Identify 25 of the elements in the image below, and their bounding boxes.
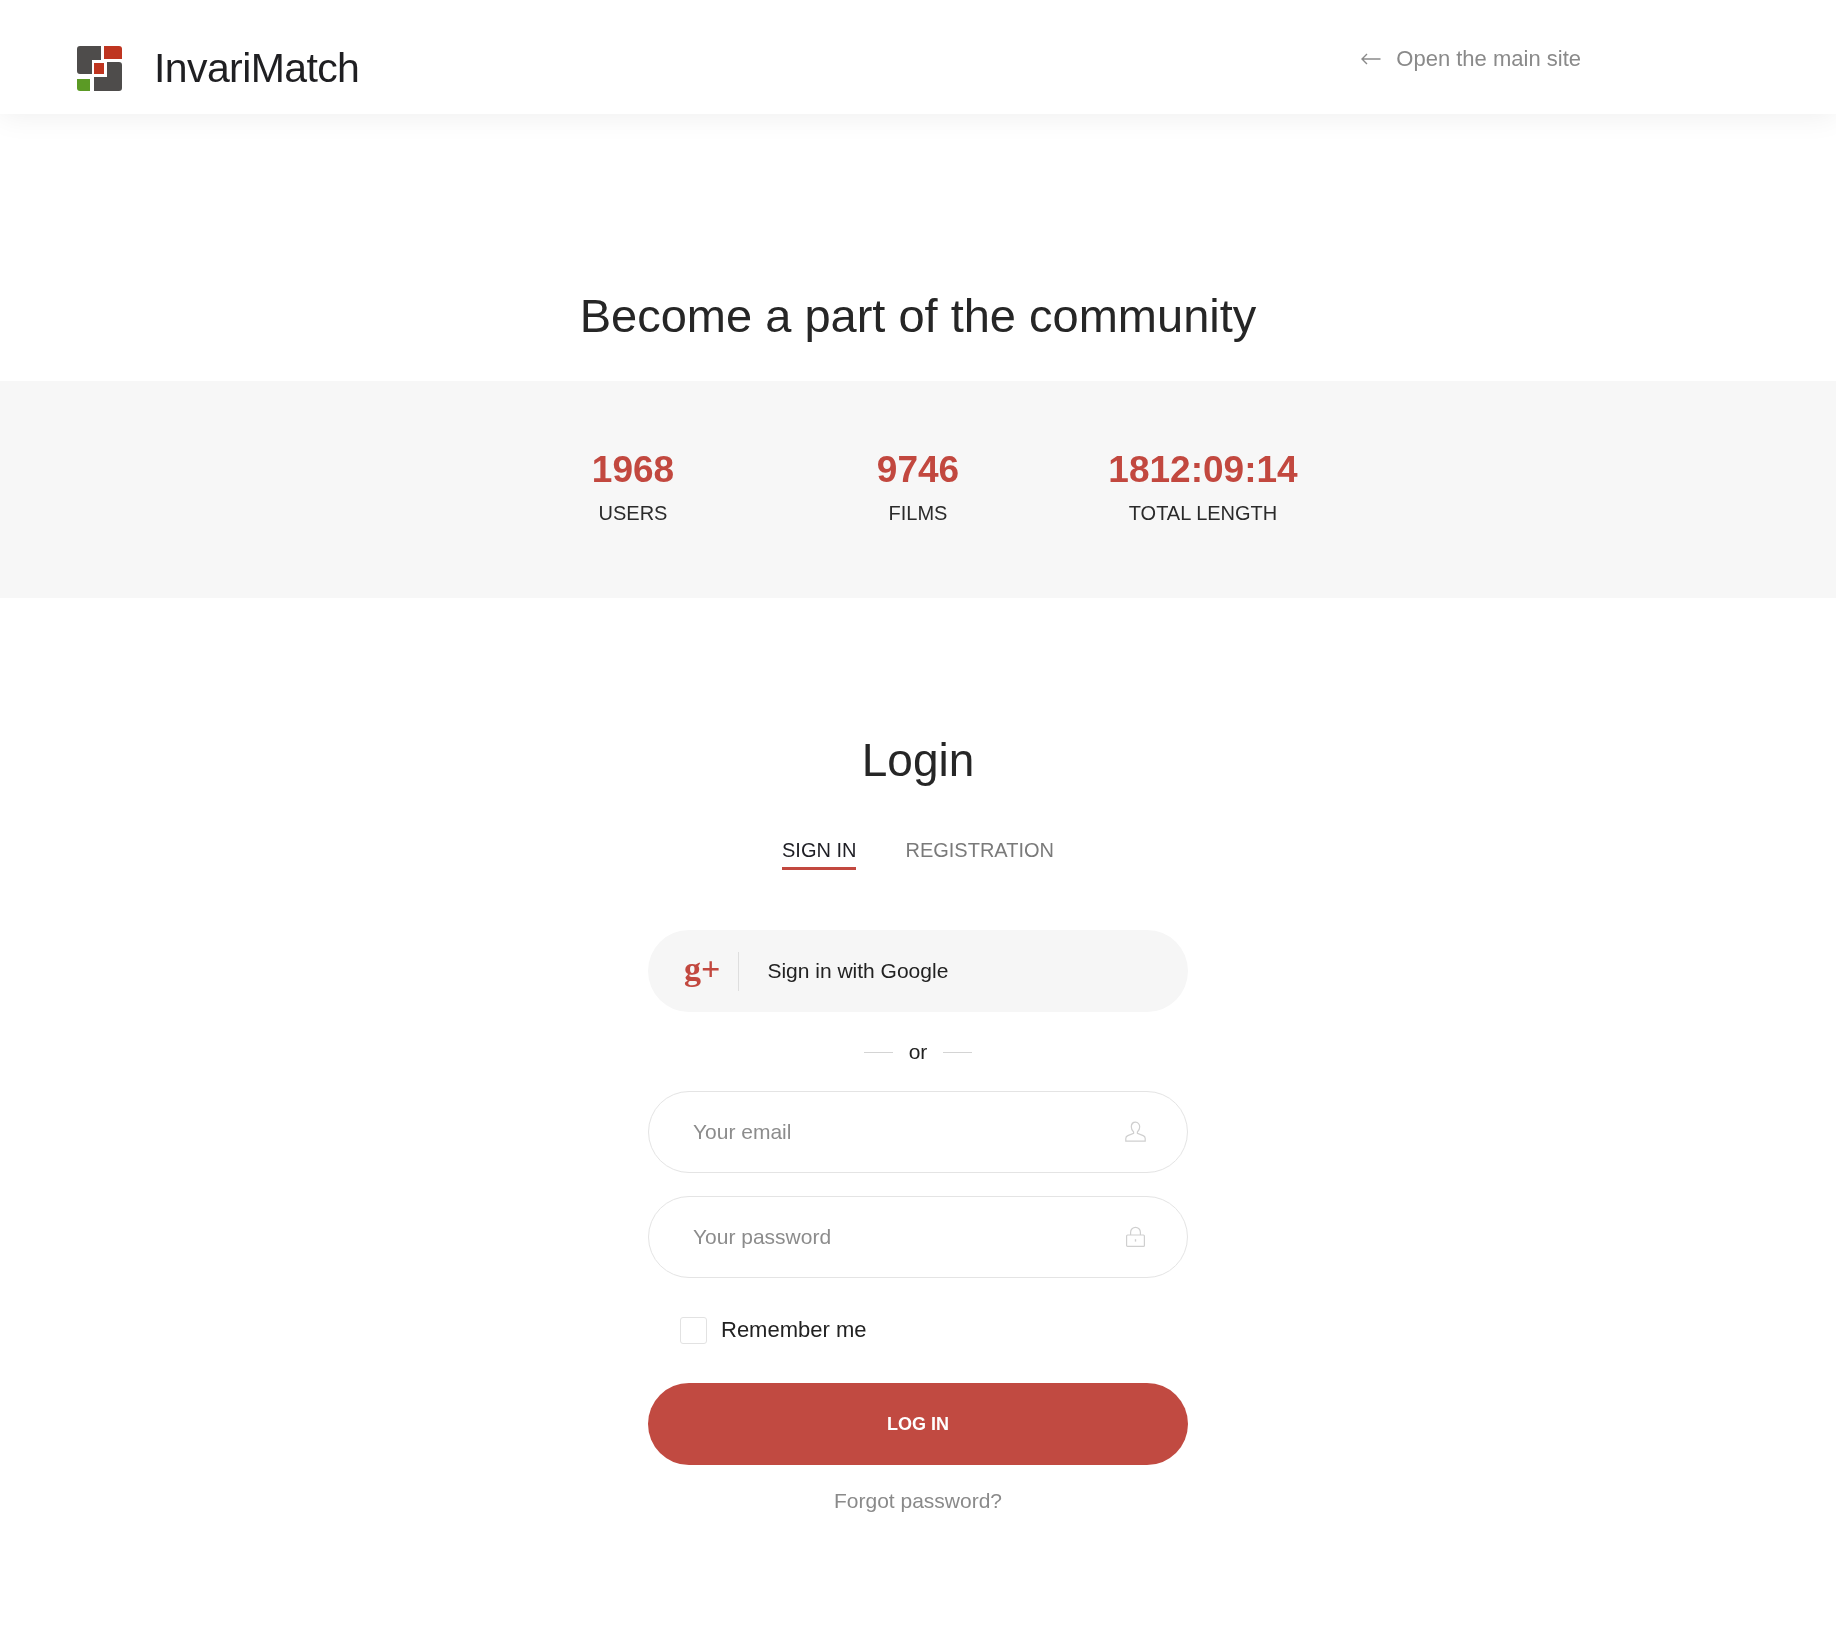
logo-icon	[77, 45, 122, 91]
checkbox[interactable]	[680, 1316, 707, 1344]
stat-label: TOTAL LENGTH	[1128, 501, 1278, 526]
log-in-button[interactable]: LOG IN	[648, 1383, 1188, 1465]
arrow-left-icon	[1361, 53, 1382, 65]
login-title: Login	[861, 733, 975, 788]
separator-text: or	[908, 1039, 928, 1065]
tab[interactable]: REGISTRATION	[905, 836, 1054, 870]
stat-label: FILMS	[888, 501, 948, 526]
google-sign-in-button[interactable]: g+ Sign in with Google	[648, 930, 1188, 1012]
stat-label: USERS	[598, 501, 668, 526]
stat-value: 1812:09:14	[1108, 448, 1298, 492]
password-field[interactable]: Your password	[648, 1196, 1188, 1278]
lock-icon	[1125, 1226, 1146, 1247]
email-field[interactable]: Your email	[648, 1091, 1188, 1173]
forgot-password-link[interactable]: Forgot password?	[833, 1487, 1003, 1515]
g-plus-icon: g+	[684, 952, 721, 986]
main-site-link[interactable]: Open the main site	[1361, 46, 1581, 72]
tab[interactable]: SIGN IN	[782, 836, 857, 870]
stat-value: 1968	[591, 448, 675, 492]
hero-title: Become a part of the community	[579, 288, 1257, 344]
logo-text: InvariMatch	[154, 47, 360, 89]
person-icon	[1125, 1121, 1146, 1142]
stat-value: 9746	[876, 448, 960, 492]
checkbox-label[interactable]: Remember me	[721, 1316, 867, 1344]
